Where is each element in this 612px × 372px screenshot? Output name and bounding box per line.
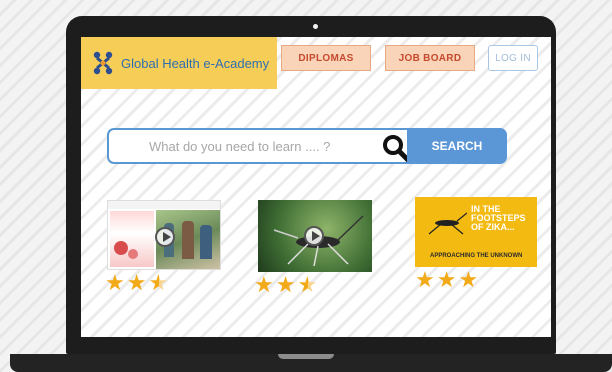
star-icon: ★ bbox=[126, 270, 147, 295]
thumbnail-title: IN THE FOOTSTEPS OF ZIKA... bbox=[471, 204, 526, 232]
search-button[interactable]: SEARCH bbox=[407, 128, 507, 164]
site-logo[interactable]: Global Health e-Academy bbox=[81, 37, 277, 89]
half-star-icon: ★ bbox=[148, 270, 169, 295]
star-icon: ★ bbox=[254, 272, 274, 297]
mosquito-icon bbox=[428, 212, 467, 235]
star-icon: ★ bbox=[105, 270, 125, 295]
rating-stars: ★ ★ ★ bbox=[254, 274, 317, 296]
rating-stars: ★ ★ ★ bbox=[415, 269, 478, 291]
search-box bbox=[107, 128, 412, 164]
nav-diplomas-button[interactable]: DIPLOMAS bbox=[281, 45, 371, 71]
star-icon: ★ bbox=[436, 267, 457, 292]
site-title: Global Health e-Academy bbox=[121, 55, 270, 71]
thumbnail-subtitle: APPROACHING THE UNKNOWN bbox=[430, 253, 523, 259]
star-icon: ★ bbox=[458, 267, 479, 292]
star-icon: ★ bbox=[415, 267, 435, 292]
search-input[interactable] bbox=[109, 130, 369, 162]
course-thumbnail[interactable]: IN THE FOOTSTEPS OF ZIKA... APPROACHING … bbox=[415, 197, 537, 267]
laptop-screen: Global Health e-Academy DIPLOMAS JOB BOA… bbox=[81, 37, 551, 337]
rating-stars: ★ ★ ★ bbox=[105, 272, 168, 294]
people-network-icon bbox=[93, 51, 113, 75]
star-icon: ★ bbox=[275, 272, 296, 297]
course-thumbnail[interactable] bbox=[258, 200, 372, 272]
login-button[interactable]: LOG IN bbox=[488, 45, 538, 71]
course-thumbnail[interactable] bbox=[107, 200, 221, 270]
video-play-icon[interactable] bbox=[155, 227, 175, 247]
nav-job-board-button[interactable]: JOB BOARD bbox=[385, 45, 475, 71]
video-play-icon[interactable] bbox=[304, 226, 324, 246]
webcam-icon bbox=[313, 24, 318, 29]
laptop-hinge bbox=[278, 354, 334, 359]
half-star-icon: ★ bbox=[297, 272, 318, 297]
